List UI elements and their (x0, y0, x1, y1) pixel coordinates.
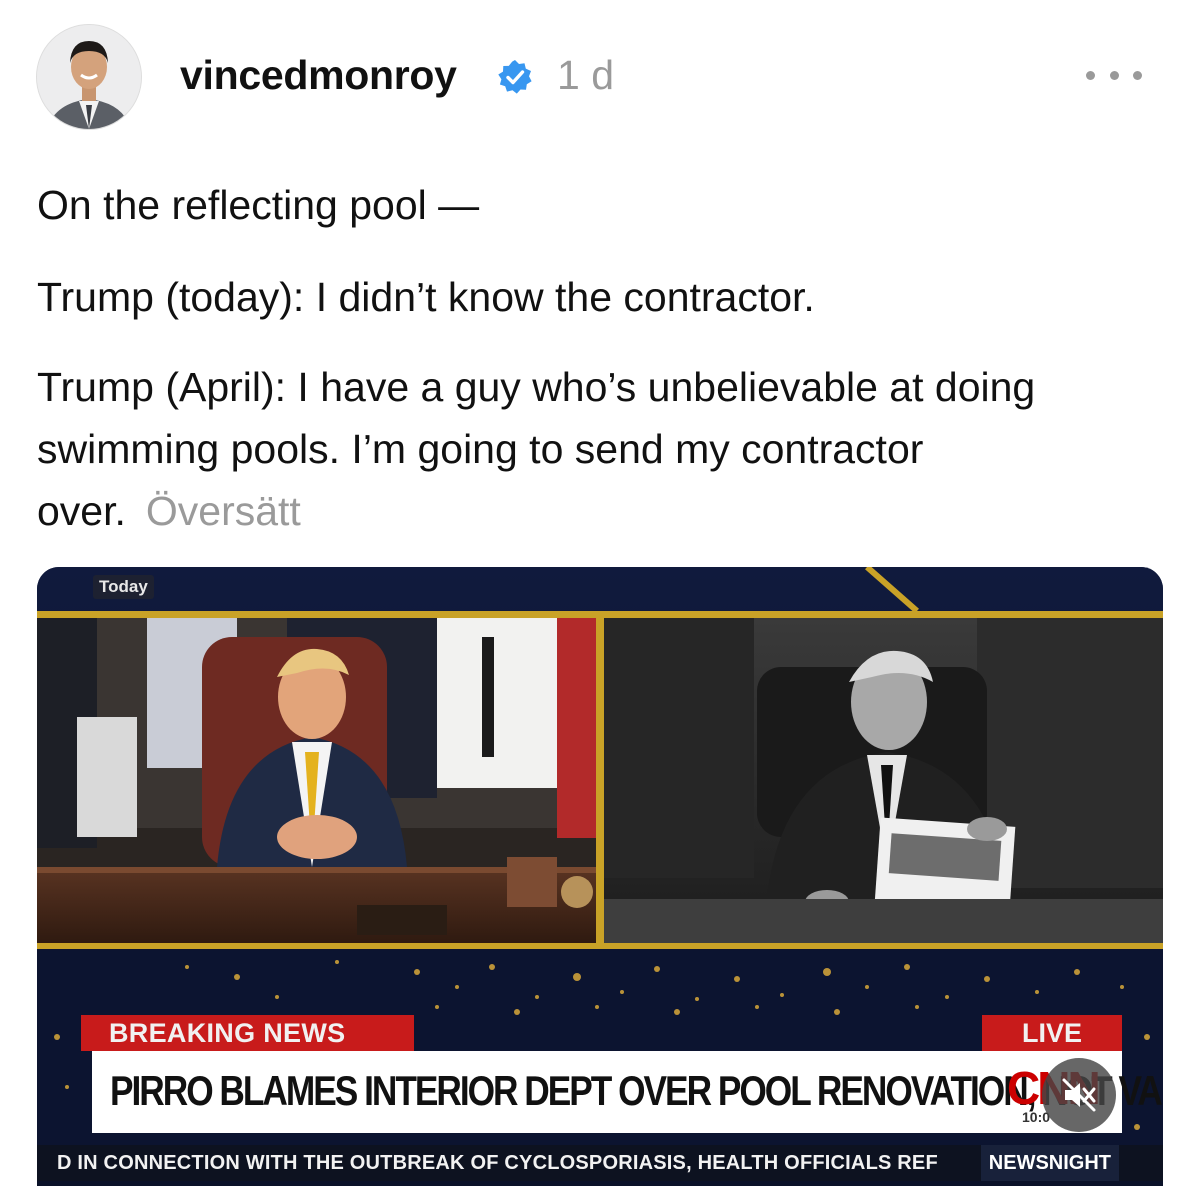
mute-toggle-button[interactable] (1042, 1058, 1116, 1132)
avatar[interactable] (36, 24, 142, 130)
breaking-news-banner: BREAKING NEWS (81, 1015, 414, 1051)
news-ticker: D IN CONNECTION WITH THE OUTBREAK OF CYC… (37, 1145, 1163, 1181)
post-timestamp: 1 d (557, 52, 614, 98)
today-label: Today (93, 575, 154, 599)
more-options-icon[interactable] (1086, 60, 1142, 90)
dot (1133, 70, 1142, 80)
dot (1109, 70, 1119, 80)
muted-speaker-icon (1062, 1078, 1096, 1112)
avatar-portrait (37, 25, 141, 129)
dot (1086, 70, 1095, 80)
post-line-april: Trump (April): I have a guy who’s unbeli… (37, 356, 1037, 542)
username[interactable]: vincedmonroy (180, 52, 457, 99)
headline-bar: PIRRO BLAMES INTERIOR DEPT OVER POOL REN… (92, 1051, 1163, 1133)
video-player[interactable]: Today BREAKING NEWS LIVE PIRRO BLAMES IN… (37, 567, 1163, 1186)
ticker-text: D IN CONNECTION WITH THE OUTBREAK OF CYC… (57, 1152, 938, 1174)
headline-text: PIRRO BLAMES INTERIOR DEPT OVER POOL REN… (110, 1067, 1163, 1114)
threads-post: vincedmonroy 1 d On the reflecting pool … (0, 0, 1179, 1186)
verified-badge-icon (498, 60, 532, 94)
post-line-today: Trump (today): I didn’t know the contrac… (37, 274, 815, 320)
live-banner: LIVE (982, 1015, 1122, 1051)
translate-link[interactable]: Översätt (146, 488, 301, 534)
show-name: NEWSNIGHT (980, 1145, 1119, 1181)
post-line-intro: On the reflecting pool — (37, 182, 480, 228)
